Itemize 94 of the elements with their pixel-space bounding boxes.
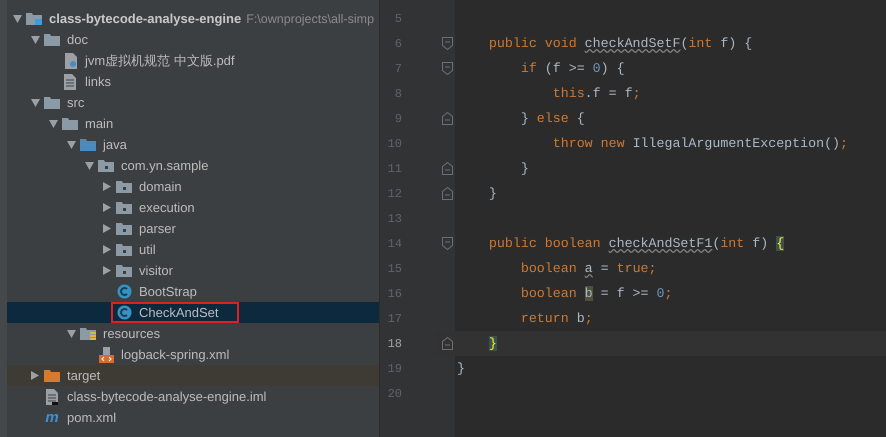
class-icon bbox=[116, 305, 132, 320]
tree-item[interactable]: util bbox=[7, 239, 379, 260]
fold-icon[interactable] bbox=[442, 237, 453, 250]
package-icon bbox=[116, 264, 132, 277]
folder-icon bbox=[44, 33, 60, 46]
tree-item-label: CheckAndSet bbox=[111, 302, 238, 323]
tree-item[interactable]: main bbox=[7, 113, 379, 134]
package-icon bbox=[116, 201, 132, 214]
code-line: if (f >= 0) { bbox=[520, 61, 625, 76]
tree-item-label: pom.xml bbox=[66, 409, 118, 426]
collapsed-arrow-icon[interactable] bbox=[103, 266, 111, 275]
package-icon bbox=[116, 222, 132, 235]
folder-icon bbox=[80, 138, 96, 151]
fold-icon[interactable] bbox=[442, 37, 453, 50]
expanded-arrow-icon[interactable] bbox=[84, 162, 94, 170]
code-line: throw new IllegalArgumentException(); bbox=[552, 136, 848, 151]
fold-icon[interactable] bbox=[442, 112, 453, 125]
code-line: public boolean checkAndSetF1(int f) { bbox=[488, 236, 784, 251]
collapsed-arrow-icon[interactable] bbox=[103, 182, 111, 191]
tree-item-label: src bbox=[66, 94, 86, 111]
tree-item[interactable]: domain bbox=[7, 176, 379, 197]
code-line: } bbox=[488, 186, 497, 201]
tree-item-label: resources bbox=[102, 325, 162, 342]
tree-item[interactable]: m pom.xml bbox=[7, 407, 379, 428]
expanded-arrow-icon[interactable] bbox=[66, 330, 76, 338]
fold-icon[interactable] bbox=[442, 187, 453, 200]
code-line: } else { bbox=[520, 111, 585, 126]
package-icon bbox=[116, 180, 132, 193]
fold-icon[interactable] bbox=[442, 337, 453, 350]
collapsed-arrow-icon[interactable] bbox=[103, 245, 111, 254]
tree-item[interactable]: java bbox=[7, 134, 379, 155]
xml-file-icon bbox=[98, 346, 114, 362]
expanded-arrow-icon[interactable] bbox=[30, 98, 40, 106]
tree-item-label: class-bytecode-analyse-engine.iml bbox=[66, 388, 268, 405]
tree-item-label: class-bytecode-analyse-engine bbox=[48, 10, 242, 27]
code-line: boolean a = true; bbox=[520, 261, 657, 276]
tree-item[interactable]: visitor bbox=[7, 260, 379, 281]
collapsed-arrow-icon[interactable] bbox=[103, 224, 111, 233]
maven-icon: m bbox=[45, 410, 59, 425]
tree-item[interactable]: CheckAndSet bbox=[7, 302, 379, 323]
code-line: } bbox=[457, 361, 465, 376]
code-line: } bbox=[520, 161, 529, 176]
folder-icon bbox=[62, 117, 78, 130]
folder-icon bbox=[80, 327, 96, 340]
line-number: 18 bbox=[386, 336, 402, 350]
tree-item-label: BootStrap bbox=[138, 283, 198, 300]
tree-item[interactable]: class-bytecode-analyse-engine.iml bbox=[7, 386, 379, 407]
tree-item-label: links bbox=[84, 73, 112, 90]
fold-icon[interactable] bbox=[442, 62, 453, 75]
tree-item-label: util bbox=[138, 241, 157, 258]
tree-item-label: visitor bbox=[138, 262, 174, 279]
tree-item-label: domain bbox=[138, 178, 183, 195]
tree-item-label: parser bbox=[138, 220, 177, 237]
folder-icon bbox=[44, 369, 60, 382]
package-icon bbox=[98, 159, 114, 172]
tree-item-label: java bbox=[102, 136, 128, 153]
expanded-arrow-icon[interactable] bbox=[30, 36, 40, 44]
tree-item-label: target bbox=[66, 367, 102, 384]
file-icon bbox=[46, 388, 58, 404]
tree-item[interactable]: links bbox=[7, 71, 379, 92]
tree-item[interactable]: resources bbox=[7, 323, 379, 344]
code-line: boolean b = f >= 0; bbox=[520, 286, 672, 301]
class-icon bbox=[116, 284, 132, 299]
tree-item-label: doc bbox=[66, 31, 89, 48]
tree-item[interactable]: jvm虚拟机规范 中文版.pdf bbox=[7, 50, 379, 71]
tree-item[interactable]: target bbox=[7, 365, 379, 386]
collapsed-arrow-icon[interactable] bbox=[103, 203, 111, 212]
folder-icon bbox=[26, 12, 42, 25]
expanded-arrow-icon[interactable] bbox=[12, 14, 22, 22]
tree-item-label: jvm虚拟机规范 中文版.pdf bbox=[84, 52, 236, 70]
tree-item[interactable]: logback-spring.xml bbox=[7, 344, 379, 365]
fold-icon[interactable] bbox=[442, 162, 453, 175]
tree-item-label: main bbox=[84, 115, 114, 132]
code-line: return b; bbox=[520, 311, 593, 326]
tree-item[interactable]: parser bbox=[7, 218, 379, 239]
folder-icon bbox=[44, 96, 60, 109]
tree-item[interactable]: execution bbox=[7, 197, 379, 218]
tree-item[interactable]: doc bbox=[7, 29, 379, 50]
tree-item[interactable]: com.yn.sample bbox=[7, 155, 379, 176]
expanded-arrow-icon[interactable] bbox=[66, 140, 76, 148]
tree-item[interactable]: class-bytecode-analyse-engine F:\ownprojects\all-simp bbox=[7, 8, 379, 29]
module-path: F:\ownprojects\all-simp bbox=[246, 12, 374, 26]
package-icon bbox=[116, 243, 132, 256]
tree-item[interactable]: src bbox=[7, 92, 379, 113]
tree-item[interactable]: BootStrap bbox=[7, 281, 379, 302]
expanded-arrow-icon[interactable] bbox=[48, 120, 58, 128]
code-line: public void checkAndSetF(int f) { bbox=[488, 36, 752, 51]
tree-item-label: execution bbox=[138, 199, 196, 216]
file-icon bbox=[64, 74, 76, 90]
file-icon bbox=[63, 52, 77, 68]
code-line: this.f = f; bbox=[552, 86, 641, 101]
tree-item-label: logback-spring.xml bbox=[120, 346, 230, 363]
tree-item-label: com.yn.sample bbox=[120, 157, 210, 174]
collapsed-arrow-icon[interactable] bbox=[31, 371, 39, 380]
